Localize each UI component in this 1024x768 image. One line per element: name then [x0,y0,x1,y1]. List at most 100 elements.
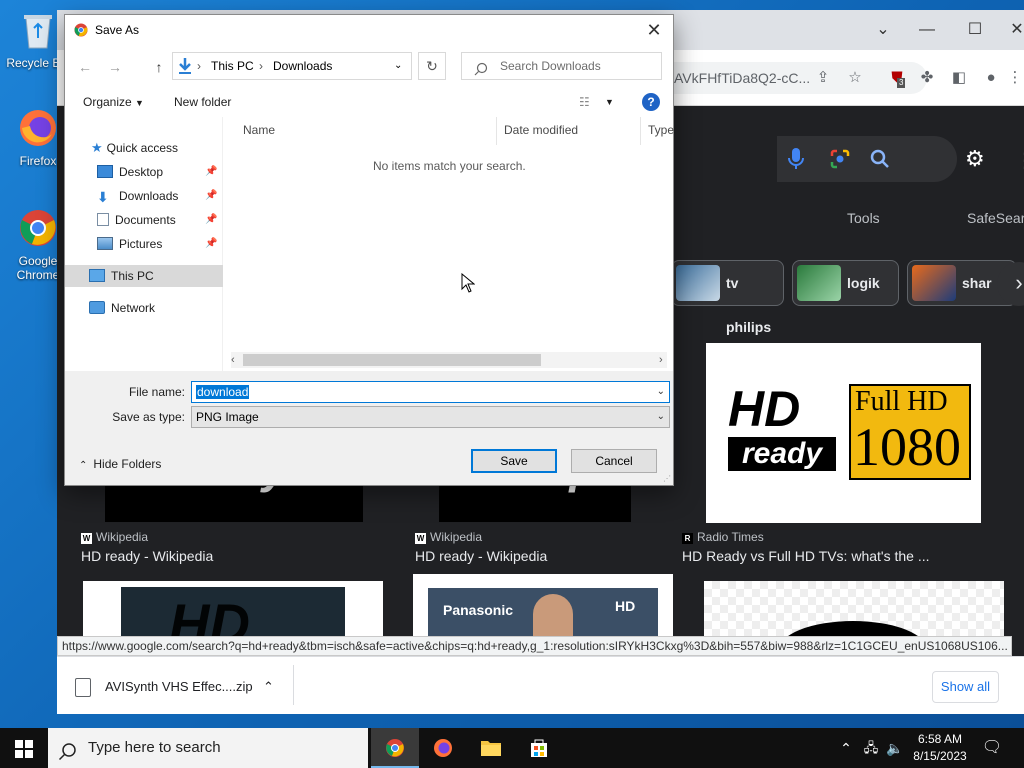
taskbar-store[interactable] [515,728,563,768]
store-icon [531,739,547,757]
result-title-2[interactable]: HD ready - Wikipedia [415,548,547,564]
address-bar-text: AVkFHfTiDa8Q2-cC... [674,70,811,86]
settings-gear-icon[interactable]: ⚙ [965,148,987,170]
refresh-icon[interactable]: ↻ [418,52,446,80]
show-all-button[interactable]: Show all [932,671,999,703]
volume-icon[interactable]: 🔈 [884,728,906,768]
taskbar-firefox[interactable] [419,728,467,768]
caret-down-icon[interactable]: ▼ [605,97,614,107]
taskbar-search-input[interactable]: Type here to search [48,728,368,768]
breadcrumb-downloads[interactable]: Downloads [273,53,332,79]
download-bar: AVISynth VHS Effec....zip ⌃ Show all [57,656,1024,714]
safesearch-button[interactable]: SafeSearch [967,210,1024,226]
lens-search-icon[interactable] [829,148,851,170]
search-downloads-input[interactable]: Search Downloads [461,52,662,80]
clock-time: 6:58 AM [917,732,963,746]
nav-documents[interactable]: Documents 📌 [97,209,223,231]
voice-search-icon[interactable] [787,148,805,170]
horizontal-scrollbar[interactable]: ‹ › [231,352,667,368]
search-icon[interactable] [869,148,891,170]
tab-search-icon[interactable]: ⌄ [863,16,903,44]
result-title-3[interactable]: HD Ready vs Full HD TVs: what's the ... [682,548,930,564]
column-header-date-modified[interactable]: Date modified [504,123,578,137]
result-source-2: W Wikipedia [415,530,482,544]
taskbar-clock[interactable]: 6:58 AM 8/15/2023 [905,731,975,765]
source-name: Radio Times [697,530,764,544]
share-icon[interactable]: ⇪ [813,68,833,88]
chip-thumbnail [797,265,841,301]
chip-logik[interactable]: logik [792,260,899,306]
empty-results-message: No items match your search. [373,159,526,173]
bookmark-star-icon[interactable]: ☆ [845,68,865,88]
nav-quick-access[interactable]: ★ Quick access [91,137,178,159]
close-icon[interactable]: ✕ [641,17,667,43]
ublock-extension-icon[interactable]: ⛊3 [887,68,907,88]
result-image-3[interactable]: HD ready Full HD 1080 [706,343,981,523]
result-source-3: R Radio Times [682,530,764,544]
help-icon[interactable]: ? [642,93,660,111]
clock-date: 8/15/2023 [913,749,967,763]
file-name-label: File name: [128,385,185,399]
column-header-name[interactable]: Name [243,123,275,137]
tools-button[interactable]: Tools [847,210,880,226]
forward-arrow-icon[interactable]: → [105,58,125,76]
minimize-icon[interactable]: — [907,16,947,44]
navigation-pane: ★ Quick access Desktop 📌 ⬇ Downloads 📌 Docum… [65,117,223,371]
scroll-left-arrow-icon[interactable]: ‹ [231,352,235,368]
back-arrow-icon[interactable]: ← [75,58,95,76]
menu-kebab-icon[interactable]: ⋮ [1005,68,1024,88]
start-button[interactable] [0,728,48,768]
nav-this-pc[interactable]: This PC [65,265,223,287]
breadcrumb-separator: › [197,59,201,73]
chip-thumbnail [912,265,956,301]
save-button[interactable]: Save [471,449,557,473]
column-header-type[interactable]: Type [648,123,674,137]
profile-avatar-icon[interactable]: ● [981,68,1001,88]
new-folder-button[interactable]: New folder [174,95,231,109]
extensions-puzzle-icon[interactable]: ✤ [917,68,937,88]
result-image-text: HD [728,381,801,437]
result-title-1[interactable]: HD ready - Wikipedia [81,548,213,564]
hide-folders-button[interactable]: ⌃ Hide Folders [79,457,161,471]
nav-desktop[interactable]: Desktop 📌 [97,161,223,183]
organize-button[interactable]: Organize ▼ [83,95,144,109]
breadcrumb-this-pc[interactable]: This PC [211,53,254,79]
save-as-type-select[interactable]: PNG Image ⌄ [191,406,670,428]
chevron-down-icon[interactable]: ⌄ [394,53,402,79]
chip-label: shar [962,275,992,291]
radio-times-favicon-icon: R [682,533,693,544]
cancel-button[interactable]: Cancel [571,449,657,473]
taskbar-search-placeholder: Type here to search [88,739,221,756]
downloads-arrow-icon [177,57,193,75]
network-icon [89,301,105,314]
file-name-input[interactable]: download ⌄ [191,381,670,403]
close-window-icon[interactable]: ✕ [997,16,1024,44]
chevron-up-icon[interactable]: ⌃ [263,673,274,701]
notifications-icon[interactable]: 🗨 [980,728,1004,768]
tray-overflow-chevron-icon[interactable]: ⌃ [836,728,856,768]
scrollbar-thumb[interactable] [243,354,541,366]
network-icon[interactable]: 🖧 [860,728,882,768]
resize-grip-icon[interactable]: ⋰ [663,474,671,483]
desktop-icon-label: Google Chrome [16,254,60,282]
download-item[interactable]: AVISynth VHS Effec....zip ⌃ [73,673,293,701]
chip-tv-philips[interactable]: tv philips [671,260,784,335]
save-as-type-value: PNG Image [196,410,259,424]
taskbar-file-explorer[interactable] [467,728,515,768]
source-name: Wikipedia [430,530,483,544]
chevron-down-icon[interactable]: ⌄ [657,382,665,402]
nav-downloads[interactable]: ⬇ Downloads 📌 [97,185,223,207]
column-divider [496,117,497,145]
nav-pictures[interactable]: Pictures 📌 [97,233,223,255]
scroll-right-arrow-icon[interactable]: › [659,352,663,368]
up-arrow-icon[interactable]: ↑ [149,58,169,76]
breadcrumb[interactable]: › This PC › Downloads ⌄ [172,52,412,80]
maximize-icon[interactable]: ☐ [955,16,995,44]
apps-menu-icon[interactable]: ⋮ [1015,148,1024,173]
side-panel-icon[interactable]: ◧ [949,68,969,88]
source-name: Wikipedia [96,530,149,544]
taskbar-chrome[interactable] [371,728,419,768]
view-options-icon[interactable]: ☷ [579,95,590,109]
nav-network[interactable]: Network [89,297,155,319]
chevron-up-icon: ⌃ [79,460,88,471]
